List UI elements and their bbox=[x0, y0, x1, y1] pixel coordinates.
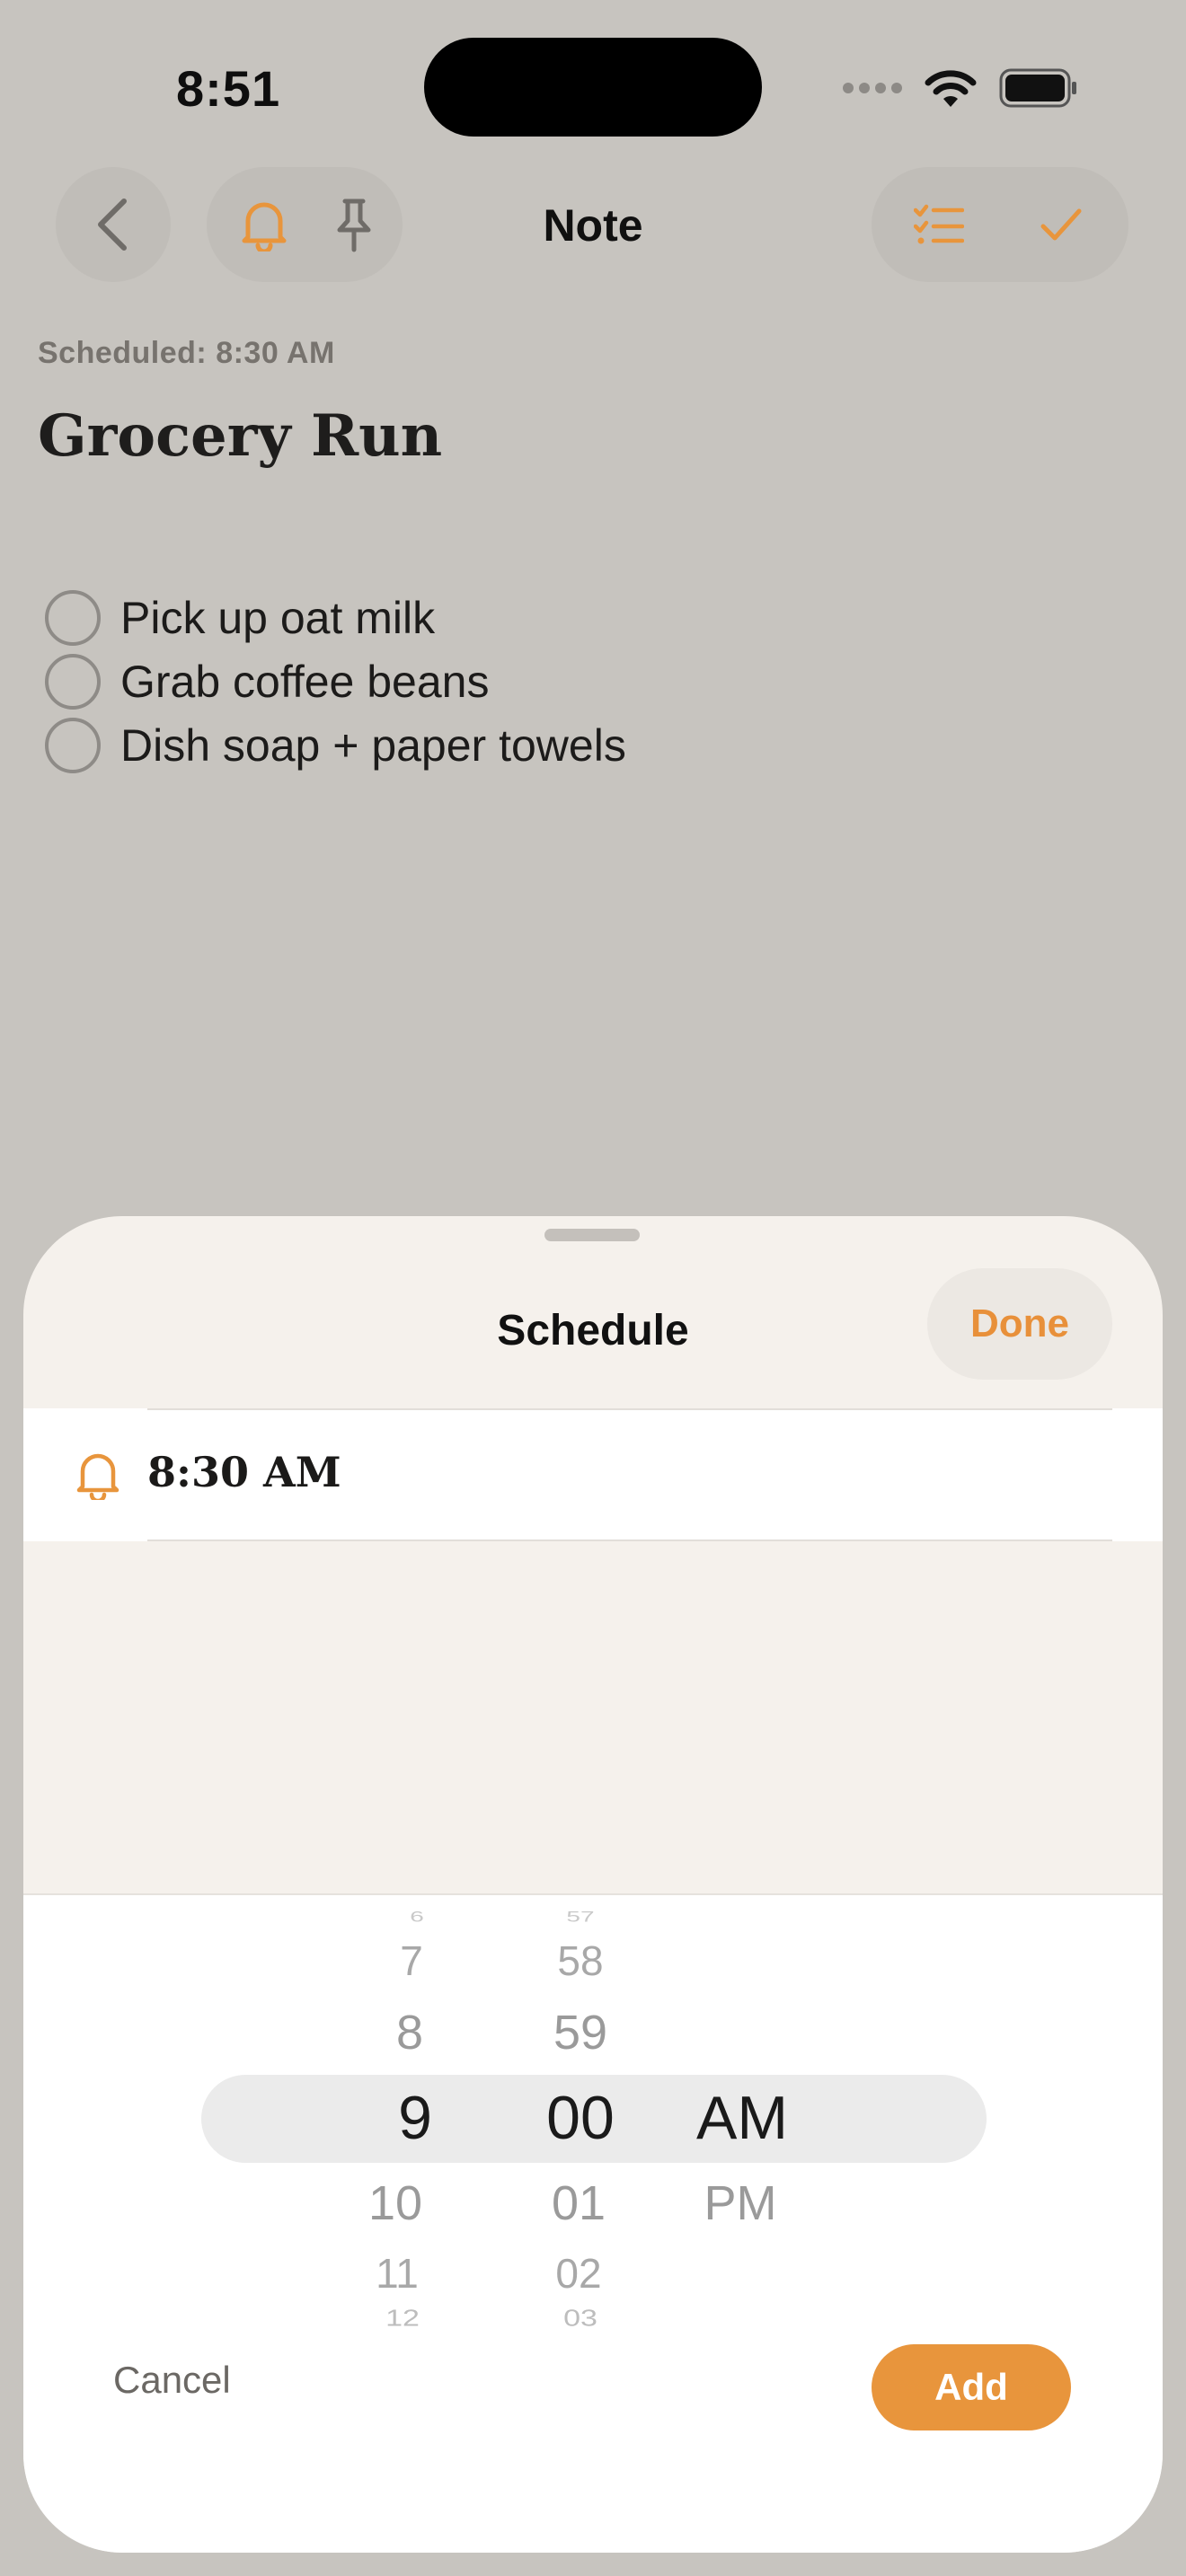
checklist: Pick up oat milk Grab coffee beans Dish … bbox=[45, 586, 626, 777]
note-title[interactable]: Grocery Run bbox=[38, 402, 442, 470]
checkbox[interactable] bbox=[45, 717, 101, 773]
picker-hour-option: 8 bbox=[395, 2006, 424, 2060]
picker-hour-selected: 9 bbox=[398, 2084, 432, 2152]
wifi-icon bbox=[925, 70, 977, 107]
time-picker[interactable]: 6 7 8 9 10 11 12 57 58 59 00 01 02 03 AM… bbox=[23, 1893, 1163, 2553]
divider bbox=[147, 1408, 1112, 1410]
checklist-item-text[interactable]: Grab coffee beans bbox=[120, 656, 489, 708]
checklist-item: Pick up oat milk bbox=[45, 586, 626, 649]
status-indicators bbox=[843, 63, 1078, 113]
picker-minute-option: 58 bbox=[557, 1937, 604, 1984]
picker-hour-option: 10 bbox=[367, 2176, 423, 2230]
checklist-item-text[interactable]: Pick up oat milk bbox=[120, 592, 435, 644]
status-time: 8:51 bbox=[176, 60, 281, 117]
picker-hour-option: 12 bbox=[385, 2305, 420, 2332]
dynamic-island bbox=[424, 38, 762, 137]
picker-period-option: PM bbox=[704, 2176, 777, 2230]
picker-minute-option: 59 bbox=[553, 2006, 608, 2060]
checklist-item: Grab coffee beans bbox=[45, 649, 626, 713]
picker-minute-selected: 00 bbox=[546, 2084, 615, 2152]
sheet-grabber[interactable] bbox=[544, 1229, 640, 1241]
picker-hour-option: 7 bbox=[400, 1937, 423, 1984]
picker-minute-option: 57 bbox=[566, 1908, 595, 1925]
bell-icon bbox=[76, 1453, 119, 1500]
checkbox[interactable] bbox=[45, 653, 101, 710]
checklist-button[interactable] bbox=[881, 167, 997, 282]
battery-icon bbox=[999, 68, 1076, 108]
reminder-row[interactable]: 8:30 AM bbox=[23, 1408, 1163, 1541]
picker-hour-option: 11 bbox=[376, 2250, 419, 2297]
checklist-icon bbox=[914, 204, 964, 244]
picker-minute-option: 02 bbox=[555, 2250, 602, 2297]
divider bbox=[147, 1539, 1112, 1541]
checklist-item: Dish soap + paper towels bbox=[45, 713, 626, 777]
cellular-signal-icon bbox=[843, 83, 902, 93]
done-button[interactable]: Done bbox=[927, 1268, 1112, 1380]
checkmark-icon bbox=[1040, 208, 1082, 241]
picker-hour-option: 6 bbox=[410, 1908, 424, 1925]
add-button[interactable]: Add bbox=[872, 2344, 1071, 2430]
done-note-button[interactable] bbox=[1003, 167, 1120, 282]
picker-minute-option: 01 bbox=[551, 2176, 606, 2230]
checkbox[interactable] bbox=[45, 589, 101, 646]
checklist-item-text[interactable]: Dish soap + paper towels bbox=[120, 719, 626, 772]
note-actions-right bbox=[872, 167, 1128, 282]
cancel-button[interactable]: Cancel bbox=[113, 2359, 231, 2402]
reminder-time: 8:30 AM bbox=[147, 1448, 341, 1496]
picker-period-selected: AM bbox=[696, 2084, 788, 2152]
picker-minute-option: 03 bbox=[563, 2305, 597, 2332]
schedule-sheet: Schedule Done 8:30 AM 6 7 8 9 10 11 12 5… bbox=[23, 1216, 1163, 2553]
scheduled-label: Scheduled: 8:30 AM bbox=[38, 336, 335, 370]
